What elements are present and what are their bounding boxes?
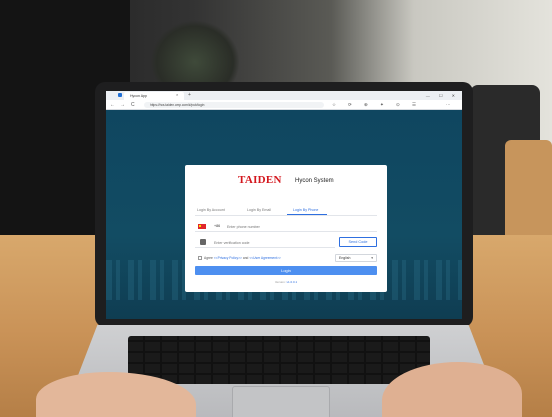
refresh-icon[interactable]: C: [131, 100, 135, 110]
laptop-trackpad: [232, 386, 330, 417]
photo-scene: Hycon App × + — ☐ ✕ ← → C https://hcs.ta…: [0, 0, 552, 417]
lock-icon: [200, 239, 206, 245]
send-code-button[interactable]: Send Code: [339, 237, 377, 247]
verification-code-field: Send Code: [195, 237, 377, 248]
privacy-policy-link[interactable]: <<Privacy Policy>>: [214, 256, 242, 260]
verification-code-input[interactable]: [214, 239, 324, 246]
back-icon[interactable]: ←: [110, 100, 115, 110]
more-menu-icon[interactable]: ⋯: [446, 100, 451, 110]
phone-input[interactable]: [227, 223, 367, 230]
language-value: English: [339, 256, 351, 260]
china-flag-icon[interactable]: [198, 224, 206, 229]
background-plant: [150, 20, 240, 90]
login-page-background: TAIDEN Hycon System Login By Account Log…: [106, 110, 462, 319]
product-name: Hycon System: [295, 178, 334, 184]
browser-tab[interactable]: Hycon App: [124, 92, 184, 100]
address-bar[interactable]: https://hcs.taiden.cmp.com/#/pub/login: [144, 102, 324, 108]
tab-login-by-phone[interactable]: Login By Phone: [293, 207, 318, 214]
version-value: v1.0.0.1: [286, 280, 298, 284]
window-controls[interactable]: — ☐ ✕: [426, 91, 459, 100]
agreement-text: Agree <<Privacy Policy>> and <<User Agre…: [204, 254, 281, 262]
dial-code[interactable]: +86: [214, 222, 220, 231]
tab-login-by-email[interactable]: Login By Email: [247, 207, 271, 214]
browser-tab-bar: Hycon App × + — ☐ ✕: [106, 91, 462, 100]
phone-field: +86: [195, 222, 377, 232]
active-tab-indicator: [287, 214, 327, 215]
language-select[interactable]: English ▾: [335, 254, 377, 262]
profile-icon[interactable]: ⊙: [396, 100, 400, 110]
code-field-underline: [195, 247, 335, 248]
agree-checkbox[interactable]: [198, 256, 202, 260]
new-tab-button[interactable]: +: [188, 91, 191, 100]
extension-icon[interactable]: ⊕: [364, 100, 368, 110]
login-button[interactable]: Login: [195, 266, 377, 275]
tab-close-icon[interactable]: ×: [176, 91, 178, 99]
chevron-down-icon: ▾: [371, 256, 373, 260]
wooden-chair: [505, 140, 552, 250]
collections-icon[interactable]: ☰: [412, 100, 416, 110]
brand-logo: TAIDEN: [238, 174, 282, 186]
user-agreement-link[interactable]: <<User Agreement>>: [249, 256, 281, 260]
tab-favicon-icon: [118, 93, 122, 97]
version-label: Version:: [274, 280, 286, 284]
sync-icon[interactable]: ⟳: [348, 100, 352, 110]
agree-and: and: [242, 256, 249, 260]
laptop-screen: Hycon App × + — ☐ ✕ ← → C https://hcs.ta…: [106, 91, 462, 319]
agreement-row: Agree <<Privacy Policy>> and <<User Agre…: [195, 254, 377, 262]
star-icon[interactable]: ✦: [380, 100, 384, 110]
tab-login-by-account[interactable]: Login By Account: [197, 207, 225, 214]
forward-icon[interactable]: →: [120, 100, 125, 110]
laptop-keyboard: [128, 336, 430, 384]
favorite-icon[interactable]: ☆: [332, 100, 336, 110]
version-info: Version: v1.0.0.1: [185, 280, 387, 284]
agree-prefix: Agree: [204, 256, 213, 260]
browser-toolbar: ← → C https://hcs.taiden.cmp.com/#/pub/l…: [106, 100, 462, 110]
login-card: TAIDEN Hycon System Login By Account Log…: [185, 165, 387, 292]
login-method-tabs: Login By Account Login By Email Login By…: [195, 207, 377, 216]
